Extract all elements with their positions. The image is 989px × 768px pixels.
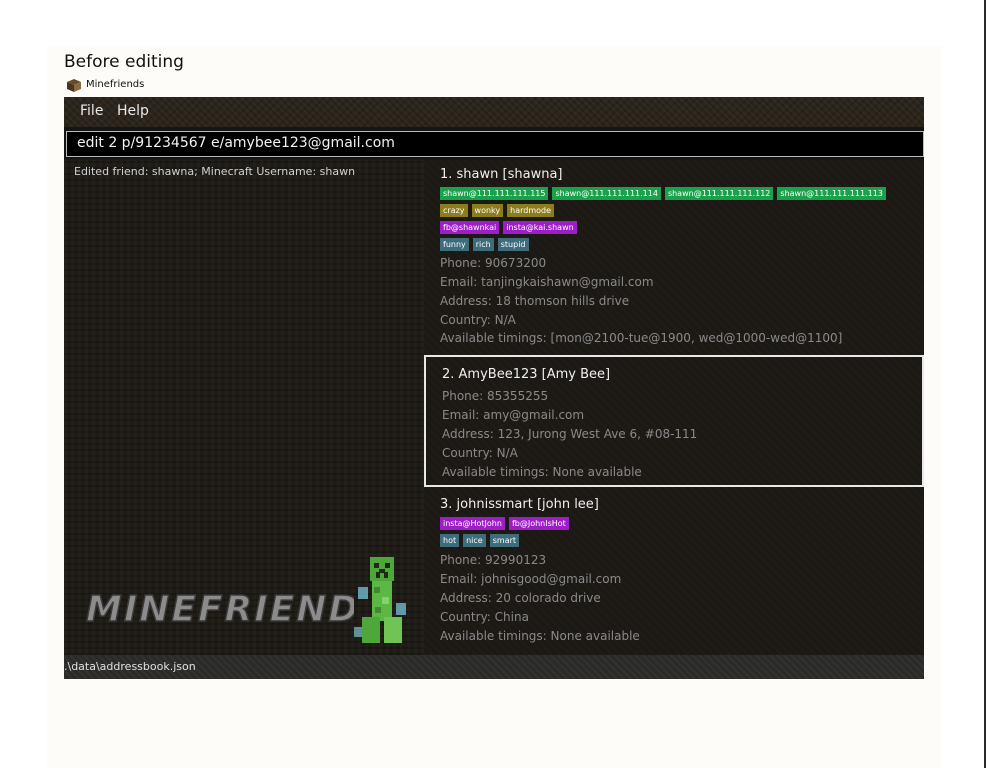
svg-text:MINEFRIENDS: MINEFRIENDS (86, 589, 354, 630)
friend-address: Address: 20 colorado drive (440, 591, 601, 605)
minecraft-block-icon (67, 79, 81, 92)
server-tag: shawn@111.111.111.112 (664, 187, 774, 200)
tags: funny rich stupid (440, 238, 533, 252)
title-bar: Minefriends (64, 75, 924, 97)
social-tag: fb@shawnkai (440, 221, 500, 234)
friend-list[interactable]: 1. shawn [shawna] shawn@111.111.111.115 s… (424, 159, 924, 655)
friend-country: Country: N/A (442, 446, 518, 460)
menu-file[interactable]: File (80, 103, 103, 119)
result-panel: Edited friend: shawna; Minecraft Usernam… (64, 159, 424, 655)
friend-phone: Phone: 92990123 (440, 553, 547, 567)
friend-title: 2. AmyBee123 [Amy Bee] (442, 367, 611, 382)
social-tag: fb@JohnIsHot (508, 517, 569, 530)
social-tags: fb@shawnkai insta@kai.shawn (440, 221, 581, 235)
friend-country: Country: China (440, 610, 529, 624)
friend-card[interactable]: 1. shawn [shawna] shawn@111.111.111.115 s… (424, 159, 920, 345)
tags: hot nice smart (440, 534, 523, 548)
tag: funny (440, 238, 469, 251)
friend-timings: Available timings: [mon@2100-tue@1900, w… (440, 331, 843, 345)
friend-title: 1. shawn [shawna] (440, 167, 563, 182)
status-bar: .\data\addressbook.json (64, 655, 924, 679)
tag: nice (463, 534, 486, 547)
friend-timings: Available timings: None available (440, 629, 640, 643)
friend-title: 3. johnissmart [john lee] (440, 497, 599, 512)
game-type-tag: hardmode (507, 204, 555, 217)
friend-card-selected[interactable]: 2. AmyBee123 [Amy Bee] Phone: 85355255 E… (424, 355, 924, 487)
tag: stupid (497, 238, 529, 251)
social-tags: insta@HotJohn fb@JohnIsHot (440, 517, 573, 531)
game-type-tag: wonky (471, 204, 504, 217)
result-message: Edited friend: shawna; Minecraft Usernam… (74, 165, 356, 178)
game-type-tag: crazy (440, 204, 468, 217)
friend-phone: Phone: 90673200 (440, 256, 547, 270)
tag: rich (472, 238, 494, 251)
server-tag: shawn@111.111.111.114 (552, 187, 661, 200)
command-input[interactable]: edit 2 p/91234567 e/amybee123@gmail.com (66, 131, 924, 157)
friend-email: Email: tanjingkaishawn@gmail.com (440, 275, 654, 289)
caption: Before editing (64, 52, 184, 72)
friend-phone: Phone: 85355255 (442, 389, 549, 403)
friend-address: Address: 18 thomson hills drive (440, 294, 630, 308)
window-title: Minefriends (86, 79, 145, 90)
friend-card[interactable]: 3. johnissmart [john lee] insta@HotJohn f… (424, 489, 920, 655)
social-tag: insta@HotJohn (440, 517, 505, 530)
social-tag: insta@kai.shawn (503, 221, 577, 234)
app-window: Minefriends File Help edit 2 p/91234567 … (64, 75, 924, 679)
friend-email: Email: amy@gmail.com (442, 408, 585, 422)
minefriends-logo: MINEFRIENDS (85, 588, 354, 631)
tag: hot (440, 534, 460, 547)
friend-email: Email: johnisgood@gmail.com (440, 572, 622, 586)
server-tags: shawn@111.111.111.115 shawn@111.111.111.1… (440, 187, 890, 201)
friend-timings: Available timings: None available (442, 465, 642, 479)
tag: smart (489, 534, 520, 547)
menu-help[interactable]: Help (117, 103, 149, 119)
friend-country: Country: N/A (440, 313, 516, 327)
page-edge-border (984, 0, 986, 768)
command-text: edit 2 p/91234567 e/amybee123@gmail.com (77, 135, 395, 151)
save-file-path: .\data\addressbook.json (64, 660, 196, 673)
game-type-tags: crazy wonky hardmode (440, 204, 558, 218)
creeper-icon (354, 557, 406, 643)
friend-address: Address: 123, Jurong West Ave 6, #08-111 (442, 427, 698, 441)
server-tag: shawn@111.111.111.115 (440, 187, 549, 200)
menu-bar: File Help (64, 97, 924, 127)
server-tag: shawn@111.111.111.113 (777, 187, 886, 200)
